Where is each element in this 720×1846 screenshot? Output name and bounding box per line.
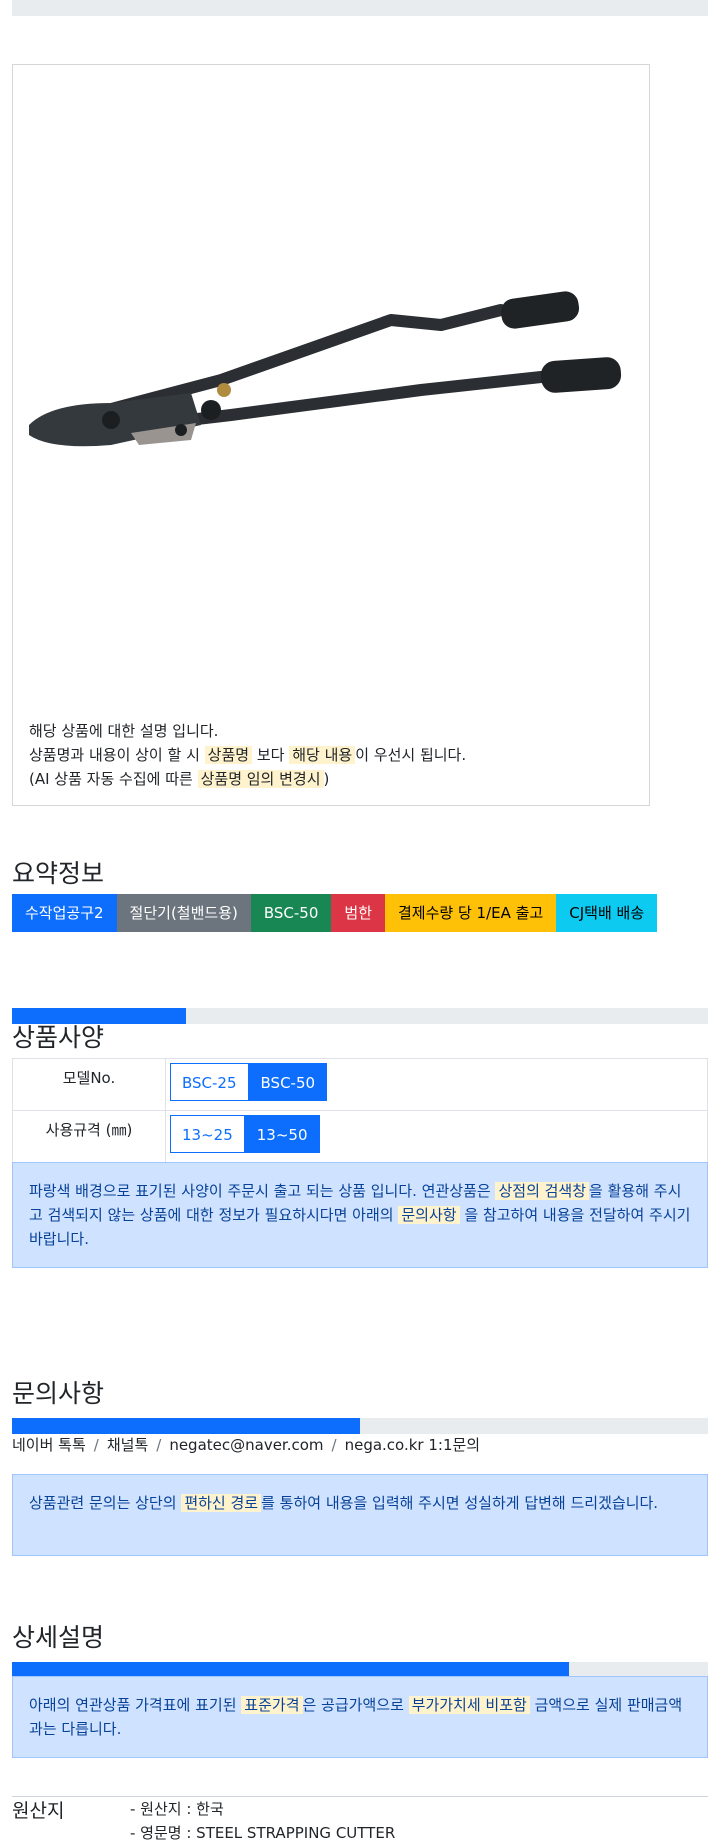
description-line-1: 해당 상품에 대한 설명 입니다. <box>29 722 219 740</box>
badge-quantity: 결제수량 당 1/EA 출고 <box>385 894 557 932</box>
highlight-content: 해당 내용 <box>289 746 356 764</box>
badge-category: 수작업공구2 <box>12 894 117 932</box>
product-description: 해당 상품에 대한 설명 입니다. 상품명과 내용이 상이 할 시 상품명 보다… <box>29 719 466 791</box>
strapping-cutter-image <box>29 291 622 447</box>
origin-label: 원산지 <box>12 1800 65 1822</box>
origin-items: - 원산지 : 한국 - 영문명 : STEEL STRAPPING CUTTE… <box>130 1797 395 1845</box>
notice-text: 를 통하여 내용을 입력해 주시면 성실하게 답변해 드리겠습니다. <box>261 1494 659 1512</box>
spec-table: 모델No. BSC-25 BSC-50 사용규격 (㎜) 13~25 13~50 <box>12 1058 708 1163</box>
highlight-vat-excluded: 부가가치세 비포함 <box>408 1696 530 1714</box>
badge-subcategory: 절단기(철밴드용) <box>116 894 251 932</box>
inquiry-progress-fill <box>12 1418 360 1434</box>
spec-label-size: 사용규격 (㎜) <box>12 1110 166 1163</box>
detail-notice: 아래의 연관상품 가격표에 표기된 표준가격 은 공급가액으로 부가가치세 비포함… <box>12 1676 708 1758</box>
description-text: 상품명과 내용이 상이 할 시 <box>29 746 200 764</box>
notice-text: 은 공급가액으로 <box>302 1696 404 1714</box>
notice-text: 아래의 연관상품 가격표에 표기된 <box>29 1696 237 1714</box>
option-bsc-25-button[interactable]: BSC-25 <box>170 1063 249 1101</box>
origin-country: - 원산지 : 한국 <box>130 1800 224 1818</box>
highlight-standard-price: 표준가격 <box>241 1696 303 1714</box>
highlight-store-search: 상점의 검색창 <box>495 1182 590 1200</box>
separator: / <box>156 1436 162 1454</box>
channel-email[interactable]: negatec@naver.com <box>169 1436 323 1454</box>
separator: / <box>331 1436 337 1454</box>
description-text: 보다 <box>256 746 285 764</box>
description-text: 이 우선시 됩니다. <box>355 746 467 764</box>
spec-row-model: 모델No. BSC-25 BSC-50 <box>12 1058 708 1111</box>
channel-site-inquiry[interactable]: nega.co.kr 1:1문의 <box>345 1436 481 1454</box>
highlight-product-name: 상품명 <box>204 746 253 764</box>
contact-channels: 네이버 톡톡 / 채널톡 / negatec@naver.com / nega.co.kr … <box>12 1434 480 1455</box>
channel-naver-talk[interactable]: 네이버 톡톡 <box>12 1436 86 1454</box>
spec-progress <box>12 1008 708 1024</box>
highlight-preferred-route: 편하신 경로 <box>181 1494 262 1512</box>
notice-text: 상품관련 문의는 상단의 <box>29 1494 177 1512</box>
detail-title: 상세설명 <box>12 1623 105 1652</box>
description-line-2: 상품명과 내용이 상이 할 시 상품명 보다 해당 내용 이 우선시 됩니다. <box>29 743 466 767</box>
highlight-name-change: 상품명 임의 변경시 <box>197 770 324 788</box>
badge-shipping: CJ택배 배송 <box>556 894 658 932</box>
description-text: ) <box>323 770 330 788</box>
option-13-50-button[interactable]: 13~50 <box>244 1115 320 1153</box>
inquiry-progress <box>12 1418 708 1434</box>
option-13-25-button[interactable]: 13~25 <box>170 1115 245 1153</box>
description-line-3: (AI 상품 자동 수집에 따른 상품명 임의 변경시) <box>29 767 466 791</box>
notice-text: 파랑색 배경으로 표기된 사양이 주문시 출고 되는 상품 입니다. 연관상품은 <box>29 1182 491 1200</box>
spec-options-size: 13~25 13~50 <box>165 1110 708 1163</box>
channel-talk[interactable]: 채널톡 <box>107 1436 148 1454</box>
spec-title: 상품사양 <box>12 1023 105 1052</box>
badge-model: BSC-50 <box>250 894 332 932</box>
summary-badges: 수작업공구2 절단기(철밴드용) BSC-50 범한 결제수량 당 1/EA 출… <box>12 894 658 932</box>
spec-label-model: 모델No. <box>12 1058 166 1111</box>
inquiry-notice: 상품관련 문의는 상단의 편하신 경로 를 통하여 내용을 입력해 주시면 성실하… <box>12 1474 708 1556</box>
highlight-inquiry: 문의사항 <box>398 1206 460 1224</box>
inquiry-title: 문의사항 <box>12 1379 105 1408</box>
summary-title: 요약정보 <box>12 859 105 888</box>
origin-english-name: - 영문명 : STEEL STRAPPING CUTTER <box>130 1824 396 1842</box>
badge-brand: 범한 <box>331 894 385 932</box>
spec-row-size: 사용규격 (㎜) 13~25 13~50 <box>12 1110 708 1163</box>
spec-options-model: BSC-25 BSC-50 <box>165 1058 708 1111</box>
top-progress-bar <box>12 0 708 16</box>
product-image-box: 해당 상품에 대한 설명 입니다. 상품명과 내용이 상이 할 시 상품명 보다… <box>12 64 650 806</box>
description-text: (AI 상품 자동 수집에 따른 <box>29 770 193 788</box>
option-bsc-50-button[interactable]: BSC-50 <box>248 1063 328 1101</box>
spec-notice: 파랑색 배경으로 표기된 사양이 주문시 출고 되는 상품 입니다. 연관상품은… <box>12 1162 708 1268</box>
separator: / <box>93 1436 99 1454</box>
